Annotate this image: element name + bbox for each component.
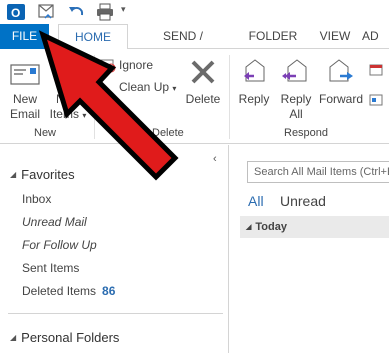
tab-file[interactable]: FILE: [0, 24, 49, 49]
tab-view[interactable]: VIEW: [314, 24, 356, 49]
expand-triangle-icon: ◢: [246, 224, 252, 231]
reply-icon[interactable]: [240, 57, 270, 92]
nav-item-inbox[interactable]: Inbox: [22, 192, 51, 206]
new-items-label-line2: Items ▾: [49, 107, 87, 121]
new-email-label-line2: Email: [9, 107, 40, 121]
delete-icon[interactable]: [189, 58, 217, 91]
forward-button[interactable]: Forward: [317, 92, 365, 107]
send-receive-all-icon[interactable]: [36, 2, 56, 22]
new-email-label-line1: New: [12, 92, 37, 106]
nav-item-sent-items[interactable]: Sent Items: [22, 261, 79, 275]
expand-triangle-icon: ◢: [10, 333, 17, 342]
more-respond-icon[interactable]: [369, 93, 383, 112]
ribbon: New Email New Items ▾ New Ignore Clean U…: [0, 49, 389, 144]
undo-icon[interactable]: [66, 2, 86, 22]
group-header-today[interactable]: ◢ Today: [240, 216, 389, 238]
meeting-icon[interactable]: [369, 63, 383, 82]
expand-triangle-icon: ◢: [10, 170, 17, 179]
new-items-button[interactable]: New Items ▾: [48, 92, 88, 123]
favorites-label: Favorites: [21, 167, 75, 182]
group-label-respond: Respond: [284, 127, 329, 139]
clean-up-button[interactable]: Clean Up ▾: [119, 80, 176, 96]
chevron-down-icon: ▾: [172, 84, 177, 93]
mail-list-pane: Search All Mail Items (Ctrl+E) All Unrea…: [230, 145, 389, 353]
tab-home[interactable]: HOME: [58, 24, 128, 50]
outlook-logo-icon: O: [6, 2, 26, 22]
group-divider: [94, 55, 95, 139]
new-email-icon[interactable]: [10, 63, 40, 92]
group-label-delete: Delete: [152, 127, 184, 139]
filter-all[interactable]: All: [248, 193, 264, 209]
reply-all-label-line2: All: [289, 107, 303, 121]
reply-all-icon[interactable]: [280, 57, 310, 92]
unread-count-badge: 86: [102, 284, 116, 298]
ignore-button[interactable]: Ignore: [119, 58, 153, 73]
quick-access-toolbar: O ▾: [0, 0, 389, 24]
nav-item-unread-mail[interactable]: Unread Mail: [22, 215, 87, 229]
collapse-pane-icon[interactable]: ‹: [213, 153, 217, 165]
personal-folders-header[interactable]: ◢ Personal Folders: [10, 330, 119, 345]
forward-icon[interactable]: [326, 57, 356, 92]
favorites-header[interactable]: ◢ Favorites: [10, 167, 75, 182]
customize-qat-icon[interactable]: ▾: [121, 4, 141, 24]
tab-add-ins[interactable]: AD: [362, 24, 389, 49]
chevron-down-icon: ▾: [82, 111, 87, 120]
deleted-items-label: Deleted Items: [22, 284, 97, 298]
ignore-icon[interactable]: [100, 57, 116, 78]
search-input[interactable]: Search All Mail Items (Ctrl+E): [247, 161, 389, 183]
group-today-label: Today: [255, 221, 287, 233]
delete-button[interactable]: Delete: [184, 92, 222, 107]
pane-divider: [8, 313, 223, 314]
tab-send-receive[interactable]: SEND / RECEIVE: [135, 24, 231, 68]
new-items-label-line1: New: [55, 92, 80, 106]
filter-unread[interactable]: Unread: [280, 193, 326, 209]
personal-folders-label: Personal Folders: [21, 330, 120, 345]
folder-pane: ‹ ◢ Favorites Inbox Unread Mail For Follo…: [0, 145, 229, 353]
new-email-button[interactable]: New Email: [6, 92, 44, 122]
group-label-new: New: [34, 127, 57, 139]
tab-folder[interactable]: FOLDER: [245, 24, 301, 49]
svg-text:O: O: [11, 6, 20, 20]
print-icon[interactable]: [95, 2, 115, 22]
ribbon-tabs: FILE HOME SEND / RECEIVE FOLDER VIEW AD: [0, 24, 389, 68]
reply-all-button[interactable]: Reply All: [278, 92, 314, 122]
nav-item-deleted-items[interactable]: Deleted Items 86: [22, 284, 115, 298]
group-divider: [229, 55, 230, 139]
nav-item-for-follow-up[interactable]: For Follow Up: [22, 238, 97, 252]
reply-all-label-line1: Reply: [280, 92, 312, 106]
reply-button[interactable]: Reply: [236, 92, 272, 107]
